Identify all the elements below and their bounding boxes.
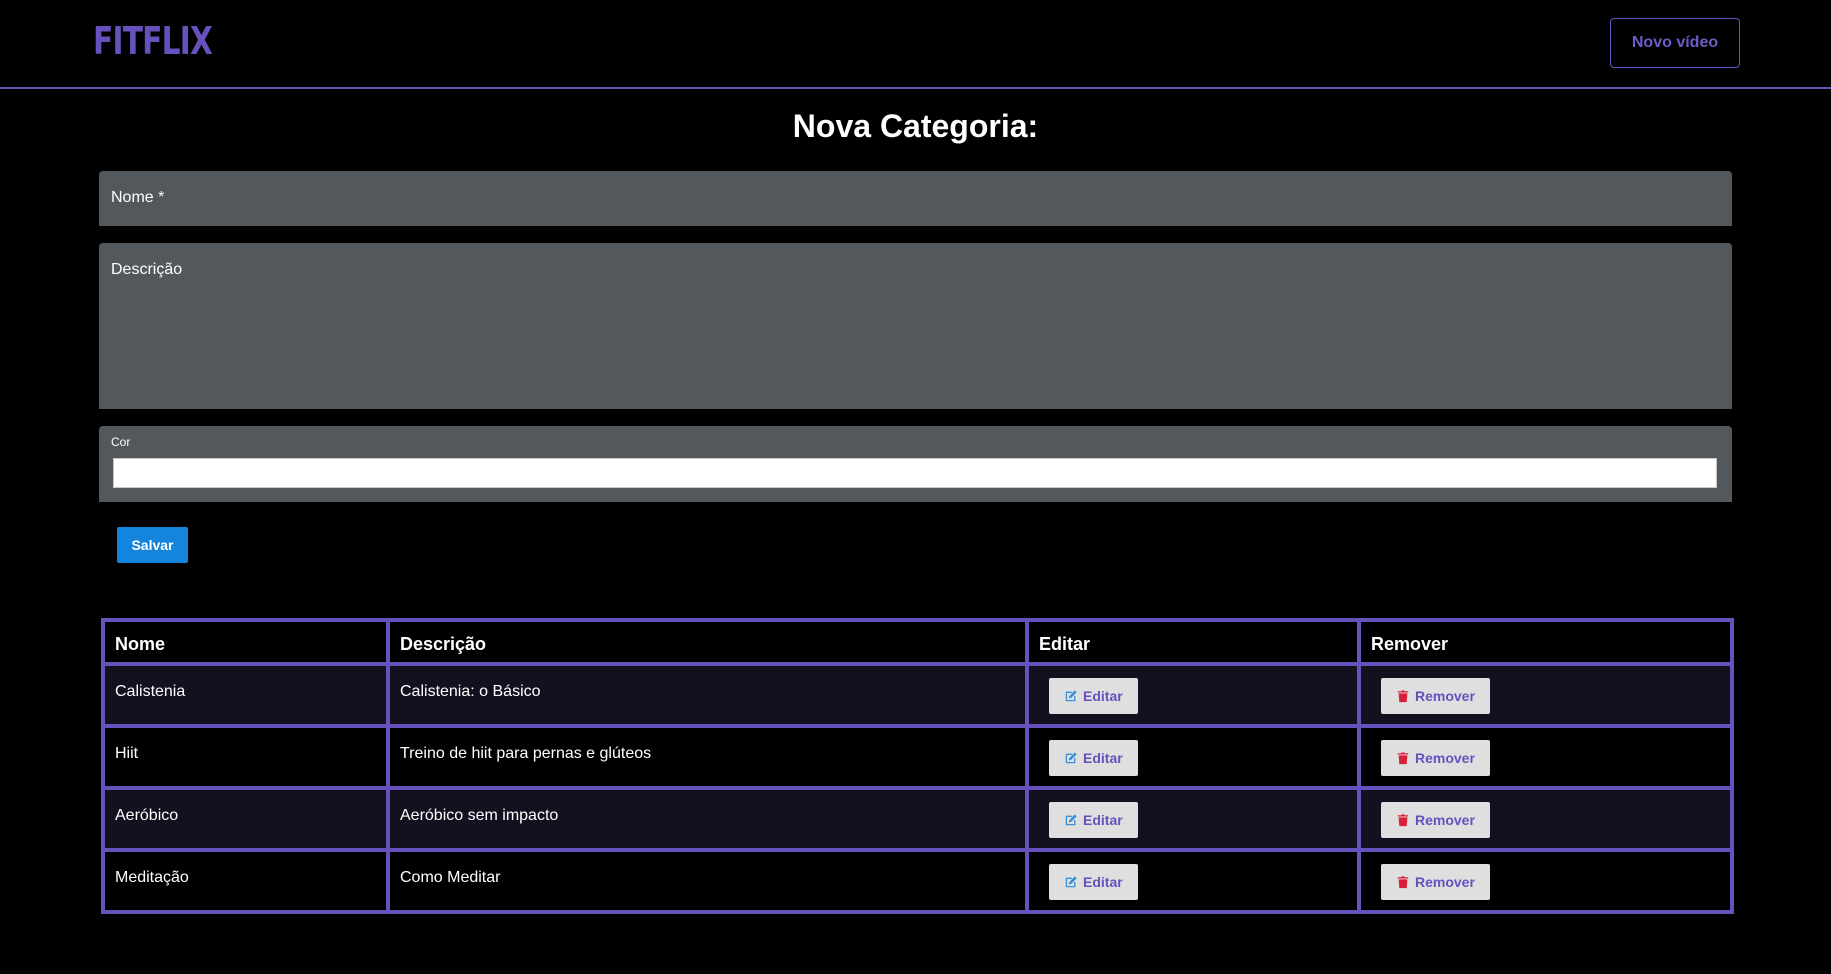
edit-button-label: Editar xyxy=(1083,750,1123,766)
column-header-remove: Remover xyxy=(1357,618,1734,666)
category-description: Aeróbico sem impacto xyxy=(386,786,1029,852)
table-row: Meditação Como Meditar Editar Remover xyxy=(101,848,1734,914)
category-description: Calistenia: o Básico xyxy=(386,662,1029,728)
edit-cell: Editar xyxy=(1025,786,1361,852)
edit-cell: Editar xyxy=(1025,848,1361,914)
edit-cell: Editar xyxy=(1025,724,1361,790)
remove-cell: Remover xyxy=(1357,848,1734,914)
edit-cell: Editar xyxy=(1025,662,1361,728)
table-row: Calistenia Calistenia: o Básico Editar R… xyxy=(101,662,1734,728)
edit-button-label: Editar xyxy=(1083,688,1123,704)
color-field: Cor xyxy=(99,426,1732,502)
description-field-label: Descrição xyxy=(111,261,183,278)
color-input[interactable] xyxy=(113,458,1717,488)
trash-icon xyxy=(1397,752,1409,765)
trash-icon xyxy=(1397,690,1409,703)
remove-cell: Remover xyxy=(1357,786,1734,852)
remove-button[interactable]: Remover xyxy=(1381,802,1490,838)
remove-button[interactable]: Remover xyxy=(1381,678,1490,714)
remove-cell: Remover xyxy=(1357,724,1734,790)
description-field[interactable]: Descrição xyxy=(99,243,1732,409)
name-field[interactable]: Nome * xyxy=(99,171,1732,226)
category-description: Treino de hiit para pernas e glúteos xyxy=(386,724,1029,790)
table-row: Aeróbico Aeróbico sem impacto Editar Rem… xyxy=(101,786,1734,852)
remove-button-label: Remover xyxy=(1415,812,1475,828)
category-name: Calistenia xyxy=(101,662,390,728)
category-description: Como Meditar xyxy=(386,848,1029,914)
edit-button[interactable]: Editar xyxy=(1049,802,1138,838)
column-header-name: Nome xyxy=(101,618,390,666)
edit-icon xyxy=(1065,752,1077,764)
trash-icon xyxy=(1397,876,1409,889)
color-field-label: Cor xyxy=(111,435,131,449)
edit-icon xyxy=(1065,876,1077,888)
edit-button[interactable]: Editar xyxy=(1049,864,1138,900)
name-field-label: Nome * xyxy=(111,189,165,206)
column-header-edit: Editar xyxy=(1025,618,1361,666)
column-header-description: Descrição xyxy=(386,618,1029,666)
category-name: Hiit xyxy=(101,724,390,790)
edit-button-label: Editar xyxy=(1083,812,1123,828)
edit-button[interactable]: Editar xyxy=(1049,740,1138,776)
remove-button[interactable]: Remover xyxy=(1381,740,1490,776)
category-name: Meditação xyxy=(101,848,390,914)
table-header-row: Nome Descrição Editar Remover xyxy=(101,618,1734,666)
page-title: Nova Categoria: xyxy=(792,108,1039,144)
edit-button[interactable]: Editar xyxy=(1049,678,1138,714)
categories-table: Nome Descrição Editar Remover Calistenia… xyxy=(101,618,1734,914)
fitflix-logo[interactable]: FITFLIX xyxy=(93,19,213,63)
remove-button[interactable]: Remover xyxy=(1381,864,1490,900)
remove-button-label: Remover xyxy=(1415,688,1475,704)
trash-icon xyxy=(1397,814,1409,827)
remove-button-label: Remover xyxy=(1415,874,1475,890)
edit-button-label: Editar xyxy=(1083,874,1123,890)
save-button[interactable]: Salvar xyxy=(117,527,188,563)
edit-icon xyxy=(1065,690,1077,702)
top-navbar: FITFLIX Novo vídeo xyxy=(0,0,1831,89)
edit-icon xyxy=(1065,814,1077,826)
remove-cell: Remover xyxy=(1357,662,1734,728)
remove-button-label: Remover xyxy=(1415,750,1475,766)
table-row: Hiit Treino de hiit para pernas e glúteo… xyxy=(101,724,1734,790)
category-name: Aeróbico xyxy=(101,786,390,852)
new-video-button[interactable]: Novo vídeo xyxy=(1610,18,1740,68)
